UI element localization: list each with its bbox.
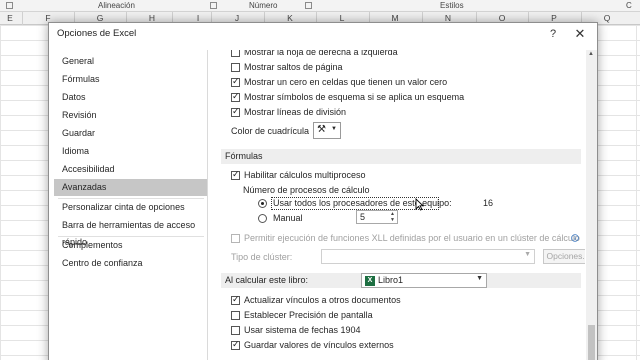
manual-label: Manual	[273, 213, 303, 223]
column-header-e[interactable]: E	[0, 13, 20, 23]
grid-color-label: Color de cuadrícula	[231, 126, 310, 136]
options-scrollbar[interactable]: ▲	[586, 50, 597, 360]
info-icon[interactable]	[571, 234, 579, 242]
nav-item-trust-center[interactable]: Centro de confianza	[54, 255, 207, 272]
set-precision-checkbox[interactable]	[231, 311, 240, 320]
ribbon-group-labels: Alineación Número Estilos C	[0, 0, 640, 12]
num-threads-label: Número de procesos de cálculo	[243, 185, 370, 195]
date-1904-label: Usar sistema de fechas 1904	[244, 325, 361, 335]
spin-down-icon[interactable]: ▼	[390, 217, 395, 223]
set-precision-label: Establecer Precisión de pantalla	[244, 310, 373, 320]
date-1904-checkbox[interactable]	[231, 326, 240, 335]
chevron-down-icon: ▼	[331, 126, 337, 132]
help-button[interactable]: ?	[545, 26, 561, 42]
close-button[interactable]: ✕	[571, 26, 589, 42]
all-processors-radio[interactable]	[258, 199, 267, 208]
mouse-cursor-icon	[415, 198, 424, 211]
dialog-title: Opciones de Excel	[57, 28, 137, 39]
excel-icon: X	[365, 276, 375, 286]
nav-item-add-ins[interactable]: Complementos	[54, 237, 207, 254]
page-breaks-label: Mostrar saltos de página	[244, 62, 343, 72]
manual-radio[interactable]	[258, 214, 267, 223]
outline-symbols-label: Mostrar símbolos de esquema si se aplica…	[244, 92, 465, 102]
formulas-section-header: Fórmulas	[221, 149, 581, 164]
cluster-type-select[interactable]: ▼	[321, 249, 535, 264]
nav-item-data[interactable]: Datos	[54, 89, 207, 106]
processor-count: 16	[483, 198, 494, 208]
multithread-label: Habilitar cálculos multiproceso	[244, 170, 366, 180]
nav-item-accessibility[interactable]: Accesibilidad	[54, 161, 207, 178]
workbook-select[interactable]: X Libro1 ▼	[361, 273, 487, 288]
show-zero-checkbox[interactable]	[231, 76, 240, 87]
dialog-titlebar[interactable]: Opciones de Excel ? ✕	[49, 23, 597, 45]
nav-item-language[interactable]: Idioma	[54, 143, 207, 160]
nav-item-customize-ribbon[interactable]: Personalizar cinta de opciones	[54, 199, 207, 216]
excel-options-dialog: Opciones de Excel ? ✕ General Fórmulas D…	[48, 22, 598, 360]
all-processors-label: Usar todos los procesadores de este equi…	[273, 198, 452, 208]
xll-cluster-checkbox[interactable]	[231, 234, 240, 243]
options-nav: General Fórmulas Datos Revisión Guardar …	[54, 50, 208, 360]
outline-symbols-checkbox[interactable]	[231, 91, 240, 102]
update-links-checkbox[interactable]	[231, 294, 240, 305]
save-external-values-label: Guardar valores de vínculos externos	[244, 340, 394, 350]
right-to-left-label: Mostrar la hoja de derecha a izquierda	[244, 50, 398, 57]
nav-item-general[interactable]: General	[54, 53, 207, 70]
multithread-checkbox[interactable]	[231, 169, 240, 180]
chevron-down-icon: ▼	[476, 275, 483, 282]
nav-item-advanced[interactable]: Avanzadas	[54, 179, 207, 196]
nav-item-save[interactable]: Guardar	[54, 125, 207, 142]
gridlines-label: Mostrar líneas de división	[244, 107, 347, 117]
nav-item-formulas[interactable]: Fórmulas	[54, 71, 207, 88]
right-to-left-checkbox[interactable]	[231, 50, 240, 57]
gridlines-checkbox[interactable]	[231, 106, 240, 117]
scroll-up-icon[interactable]: ▲	[588, 51, 594, 57]
when-calculating-label: Al calcular este libro:	[225, 275, 309, 285]
ribbon-group-cells: C	[626, 1, 632, 10]
scroll-thumb[interactable]	[588, 325, 595, 360]
manual-threads-stepper[interactable]: 5 ▲ ▼	[356, 210, 398, 224]
page-breaks-checkbox[interactable]	[231, 63, 240, 72]
nav-item-quick-access-toolbar[interactable]: Barra de herramientas de acceso rápido	[54, 217, 207, 247]
ribbon-group-number: Número	[249, 1, 278, 10]
advanced-options-panel: Mostrar la hoja de derecha a izquierda M…	[215, 50, 585, 360]
save-external-values-checkbox[interactable]	[231, 339, 240, 350]
cluster-options-button[interactable]: Opciones...	[543, 249, 585, 264]
font-launcher-icon[interactable]	[6, 2, 13, 9]
nav-item-proofing[interactable]: Revisión	[54, 107, 207, 124]
number-launcher-icon[interactable]	[305, 2, 312, 9]
manual-threads-value: 5	[360, 212, 366, 222]
chevron-down-icon: ▼	[524, 251, 531, 258]
paint-bucket-icon: ⚒	[317, 124, 326, 135]
ribbon-group-alignment: Alineación	[98, 1, 135, 10]
cluster-type-label: Tipo de clúster:	[231, 252, 293, 262]
xll-cluster-label: Permitir ejecución de funciones XLL defi…	[244, 233, 580, 243]
grid-color-picker[interactable]: ⚒ ▼	[313, 122, 341, 139]
alignment-launcher-icon[interactable]	[210, 2, 217, 9]
update-links-label: Actualizar vínculos a otros documentos	[244, 295, 401, 305]
show-zero-label: Mostrar un cero en celdas que tienen un …	[244, 77, 448, 87]
workbook-name: Libro1	[378, 275, 404, 285]
ribbon-group-styles: Estilos	[440, 1, 464, 10]
